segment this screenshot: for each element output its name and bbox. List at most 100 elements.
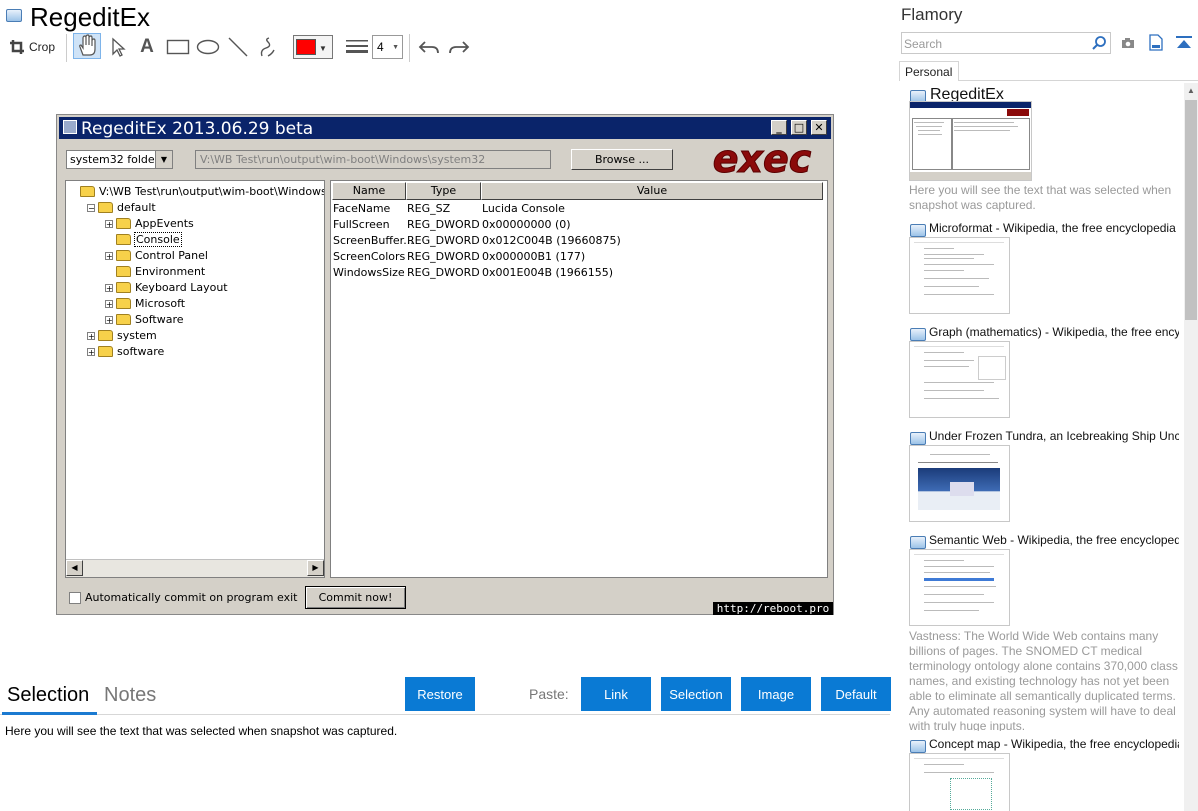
paste-image-button[interactable]: Image	[741, 677, 811, 711]
camera-icon[interactable]	[1121, 36, 1135, 54]
tree-node[interactable]: + Keyboard Layout	[105, 280, 228, 295]
hand-tool-button[interactable]	[73, 33, 101, 59]
paste-default-button[interactable]: Default	[821, 677, 891, 711]
tree-expander-icon[interactable]: +	[87, 347, 95, 356]
column-header-value[interactable]: Value	[481, 182, 823, 200]
window-title: RegeditEx 2013.06.29 beta	[81, 119, 314, 139]
column-header-name[interactable]: Name	[332, 182, 406, 200]
collapse-up-icon[interactable]	[1175, 35, 1193, 56]
tree-node[interactable]: Console	[105, 232, 182, 247]
ellipse-tool-button[interactable]	[195, 35, 221, 59]
regedit-icon	[63, 120, 77, 134]
snapshot-thumbnail[interactable]	[909, 237, 1010, 314]
tree-node[interactable]: + system	[87, 328, 157, 343]
exec-logo: exec	[712, 143, 812, 177]
tab-personal[interactable]: Personal	[899, 61, 959, 81]
snapshot-title[interactable]: Concept map - Wikipedia, the free encycl…	[929, 737, 1179, 751]
snapshot-title[interactable]: Graph (mathematics) - Wikipedia, the fre…	[929, 325, 1179, 339]
value-name-cell[interactable]: ScreenColors	[333, 250, 405, 265]
search-icon[interactable]	[1091, 35, 1107, 56]
registry-values-list[interactable]: Name Type Value FaceName REG_SZ Lucida Con…	[330, 180, 828, 578]
commit-label: Commit now!	[318, 591, 393, 604]
browse-button[interactable]: Browse ...	[571, 149, 673, 170]
freehand-tool-button[interactable]	[255, 35, 281, 59]
tree-expander-icon[interactable]: +	[87, 331, 95, 340]
location-combo[interactable]: system32 folder ▼	[66, 150, 173, 169]
redo-button[interactable]	[446, 35, 472, 59]
snapshot-thumbnail[interactable]	[909, 549, 1010, 626]
tree-expander-icon[interactable]: +	[105, 315, 113, 324]
tab-notes[interactable]: Notes	[104, 684, 156, 707]
paste-link-button[interactable]: Link	[581, 677, 651, 711]
tree-node[interactable]: + AppEvents	[105, 216, 194, 231]
tree-node[interactable]: Environment	[105, 264, 205, 279]
path-field[interactable]: V:\WB Test\run\output\wim-boot\Windows\s…	[195, 150, 551, 169]
value-type-cell: REG_DWORD	[407, 266, 480, 279]
registry-tree[interactable]: V:\WB Test\run\output\wim-boot\Windows\s…	[65, 180, 325, 578]
scroll-up-button[interactable]: ▲	[1184, 84, 1198, 98]
page-title: RegeditEx	[30, 2, 150, 32]
tree-expander-icon[interactable]: +	[105, 219, 113, 228]
tree-expander-icon[interactable]: +	[105, 251, 113, 260]
snapshot-thumbnail[interactable]	[909, 101, 1032, 181]
tree-node[interactable]: + software	[87, 344, 164, 359]
chevron-down-icon: ▼	[155, 151, 172, 168]
tree-node[interactable]: + Control Panel	[105, 248, 208, 263]
snapshot-thumbnail[interactable]	[909, 341, 1010, 418]
color-swatch	[296, 39, 316, 55]
tree-expander-icon[interactable]: +	[105, 299, 113, 308]
paste-selection-label: Selection	[669, 686, 723, 702]
value-name-cell[interactable]: FaceName	[333, 202, 390, 217]
sidebar-title: Flamory	[901, 5, 963, 24]
tree-expander-icon[interactable]: −	[87, 203, 95, 212]
line-width-select[interactable]: 4 ▼	[372, 35, 403, 59]
commit-now-button[interactable]: Commit now!	[305, 586, 406, 609]
scroll-left-button[interactable]: ◀	[66, 560, 83, 576]
tree-node-label: Console	[134, 232, 182, 247]
select-tool-button[interactable]	[107, 35, 129, 59]
tree-node[interactable]: + Software	[105, 312, 184, 327]
snapshot-title[interactable]: Under Frozen Tundra, an Icebreaking Ship…	[929, 429, 1179, 443]
search-input[interactable]: Search	[901, 32, 1111, 54]
captured-screenshot[interactable]: RegeditEx 2013.06.29 beta _ □ ✕ system32…	[56, 114, 834, 615]
document-icon[interactable]	[1149, 34, 1163, 56]
value-name-cell[interactable]: FullScreen	[333, 218, 390, 233]
line-width-icon-button[interactable]	[344, 35, 370, 59]
tree-node-label: Environment	[135, 265, 206, 278]
snapshot-thumbnail[interactable]	[909, 445, 1010, 522]
watermark-url: http://reboot.pro	[713, 602, 833, 615]
close-button[interactable]: ✕	[811, 120, 827, 135]
crop-button[interactable]: Crop	[6, 35, 58, 59]
line-tool-button[interactable]	[225, 35, 251, 59]
value-name-cell[interactable]: ScreenBuffer...	[333, 234, 414, 249]
restore-label: Restore	[417, 686, 463, 702]
maximize-button[interactable]: □	[791, 120, 807, 135]
snapshot-title[interactable]: Semantic Web - Wikipedia, the free encyc…	[929, 533, 1179, 547]
crop-icon	[9, 40, 24, 54]
value-name-cell[interactable]: WindowsSize	[333, 266, 405, 281]
rectangle-tool-button[interactable]	[165, 35, 191, 59]
snapshot-icon	[910, 536, 926, 549]
value-data-cell: Lucida Console	[482, 202, 565, 215]
undo-button[interactable]	[416, 35, 442, 59]
snapshot-description: Here you will see the text that was sele…	[909, 183, 1172, 212]
tree-node[interactable]: + Microsoft	[105, 296, 185, 311]
restore-button[interactable]: Restore	[405, 677, 475, 711]
color-picker[interactable]: ▼	[293, 35, 333, 59]
scrollbar-thumb[interactable]	[1185, 100, 1197, 320]
tree-expander-icon[interactable]: +	[105, 283, 113, 292]
snapshot-list[interactable]: RegeditEx Here you will see the text tha…	[898, 81, 1184, 811]
tree-node[interactable]: V:\WB Test\run\output\wim-boot\Windows\s…	[69, 184, 324, 199]
tab-selection[interactable]: Selection	[7, 684, 89, 707]
minimize-button[interactable]: _	[771, 120, 787, 135]
column-header-type[interactable]: Type	[406, 182, 481, 200]
text-tool-button[interactable]: A	[136, 35, 158, 59]
tree-horizontal-scrollbar[interactable]: ◀ ▶	[66, 559, 324, 577]
line-width-icon	[346, 40, 368, 53]
tree-node[interactable]: − default	[87, 200, 156, 215]
scroll-right-button[interactable]: ▶	[307, 560, 324, 576]
snapshot-thumbnail[interactable]	[909, 753, 1010, 811]
auto-commit-checkbox[interactable]	[69, 592, 81, 604]
paste-selection-button[interactable]: Selection	[661, 677, 731, 711]
snapshot-title[interactable]: Microformat - Wikipedia, the free encycl…	[929, 221, 1179, 235]
